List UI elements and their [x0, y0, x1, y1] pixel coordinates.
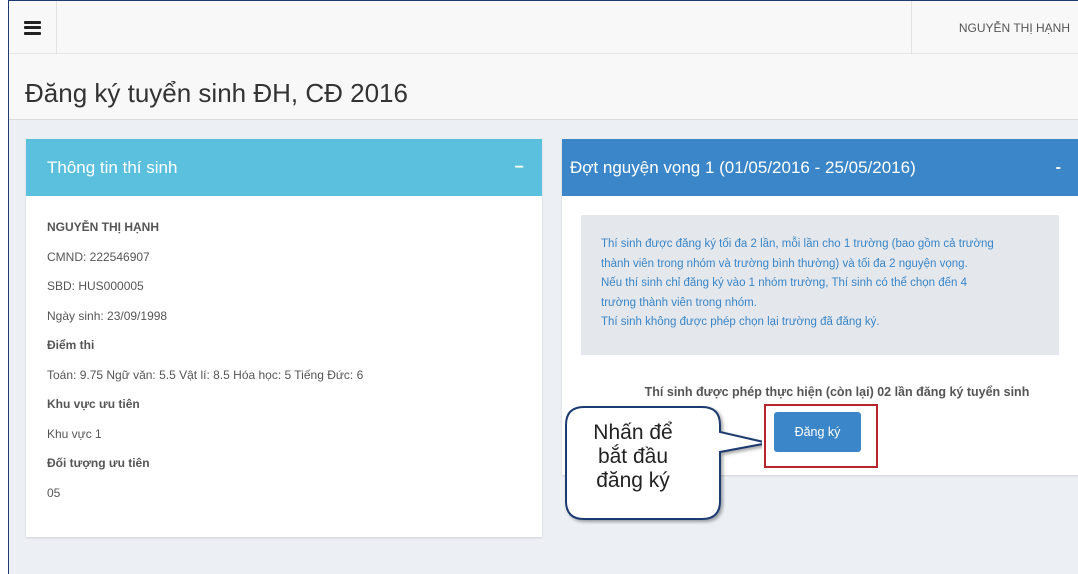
notice-box: Thí sinh được đăng ký tối đa 2 lần, mỗi … [581, 215, 1059, 355]
remaining-attempts-text: Thí sinh được phép thực hiện (còn lại) 0… [644, 385, 1030, 399]
collapse-button[interactable]: − [511, 159, 528, 177]
page-header: Đăng ký tuyển sinh ĐH, CĐ 2016 [9, 54, 1078, 120]
notice-line: Thí sinh được đăng ký tối đa 2 lần, mỗi … [601, 238, 994, 250]
top-navbar: NGUYỄN THỊ HẠNH [9, 1, 1078, 54]
notice-line: thành viên trong nhóm và trường bình thư… [601, 257, 968, 270]
region-heading: Khu vực ưu tiên [47, 397, 140, 411]
hamburger-icon [24, 20, 41, 35]
student-name: NGUYỄN THỊ HẠNH [47, 220, 160, 234]
id-card: CMND: 222546907 [47, 249, 150, 264]
candidate-number: SBD: HUS000005 [47, 279, 144, 293]
callout-text: Nhấn để bắt đầu đăng ký [574, 421, 692, 493]
user-name-label: NGUYỄN THỊ HẠNH [958, 20, 1070, 35]
callout-line: Nhấn để [593, 421, 673, 444]
page-title: Đăng ký tuyển sinh ĐH, CĐ 2016 [25, 78, 408, 108]
student-info-body: NGUYỄN THỊ HẠNH CMND: 222546907 SBD: HUS… [26, 196, 542, 525]
menu-toggle-button[interactable] [9, 1, 57, 54]
priority-group-heading: Đối tượng ưu tiên [47, 456, 150, 470]
collapse-button[interactable]: - [1052, 159, 1065, 177]
notice-line: trường thành viên trong nhóm. [601, 296, 757, 309]
scores: Toán: 9.75 Ngữ văn: 5.5 Vật lí: 8.5 Hóa … [47, 367, 364, 382]
student-info-panel-title: Thông tin thí sinh [47, 157, 178, 177]
student-info-panel-header: Thông tin thí sinh − [26, 139, 542, 196]
registration-round-title: Đợt nguyện vọng 1 (01/05/2016 - 25/05/20… [570, 157, 916, 177]
app-frame: NGUYỄN THỊ HẠNH Đăng ký tuyển sinh ĐH, C… [8, 0, 1078, 574]
priority-group: 05 [47, 485, 61, 500]
callout-line: bắt đầu [597, 445, 669, 468]
callout-line: đăng ký [596, 469, 670, 492]
scores-heading: Điểm thi [47, 338, 95, 352]
callout-bubble: Nhấn để bắt đầu đăng ký [562, 405, 762, 520]
register-button[interactable]: Đăng ký [774, 412, 861, 452]
notice-line: Thí sinh không được phép chọn lại trường… [601, 316, 880, 328]
student-info-panel: Thông tin thí sinh − NGUYỄN THỊ HẠNH CMN… [26, 139, 542, 537]
region: Khu vực 1 [47, 426, 102, 441]
birth-date: Ngày sinh: 23/09/1998 [47, 308, 168, 323]
user-menu[interactable]: NGUYỄN THỊ HẠNH [911, 1, 1078, 54]
registration-round-panel-header: Đợt nguyện vọng 1 (01/05/2016 - 25/05/20… [562, 139, 1078, 196]
notice-line: Nếu thí sinh chỉ đăng ký vào 1 nhóm trườ… [601, 277, 967, 289]
